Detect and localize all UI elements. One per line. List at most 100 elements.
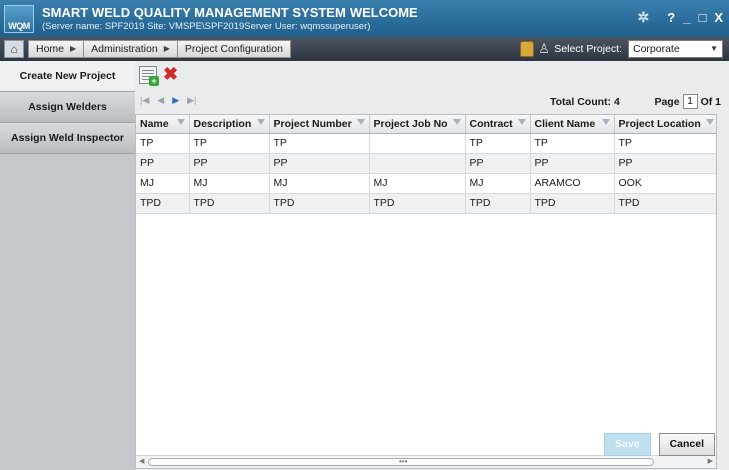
table-cell: TP (465, 133, 531, 154)
total-count-value: 4 (613, 96, 620, 108)
title-bar: WQM SMART WELD QUALITY MANAGEMENT SYSTEM… (0, 0, 729, 37)
filter-icon[interactable] (176, 119, 185, 125)
minimize-button[interactable]: _ (683, 10, 690, 25)
breadcrumb-home-label: Home (36, 43, 65, 55)
table-cell: TPD (136, 193, 190, 214)
filter-icon[interactable] (356, 119, 365, 125)
home-icon[interactable]: ⌂ (4, 40, 24, 58)
table-cell: TPD (465, 193, 531, 214)
project-dropdown[interactable]: Corporate ▼ (628, 40, 723, 58)
table-body: TP TP TP TP TP TP PP PP PP PP PP PP MJ MJ MJ MJ MJ ARAMCO… (136, 133, 716, 214)
table-cell: MJ (465, 173, 531, 194)
lock-icon[interactable] (520, 41, 535, 57)
next-page-icon[interactable]: ▶ (172, 95, 179, 106)
sidebar-item-assign-weld-inspector[interactable]: Assign Weld Inspector (0, 123, 135, 154)
filter-icon[interactable] (705, 119, 714, 125)
column-header-label: Name (140, 117, 169, 130)
app-title-text: SMART WELD QUALITY MANAGEMENT SYSTEM (42, 5, 346, 20)
chevron-right-icon: ▶ (163, 44, 170, 53)
welcome-text: WELCOME (349, 5, 418, 20)
table-cell: TP (136, 133, 190, 154)
chevron-down-icon: ▼ (710, 44, 718, 53)
column-header-label: Project Number (273, 117, 352, 130)
table-row[interactable]: MJ MJ MJ MJ MJ ARAMCO OOK (136, 173, 716, 194)
filter-icon[interactable] (452, 119, 461, 125)
last-page-icon[interactable]: ▶| (187, 95, 196, 106)
filter-icon[interactable] (517, 119, 526, 125)
table-cell: PP (530, 153, 615, 174)
column-header[interactable]: Description (189, 115, 270, 134)
table-cell: MJ (136, 173, 190, 194)
table-cell (369, 153, 466, 174)
delete-icon[interactable]: ✖ (163, 65, 178, 83)
table-cell: TP (530, 133, 615, 154)
page-of-label: Of 1 (700, 95, 721, 108)
first-page-icon[interactable]: |◀ (140, 95, 149, 106)
help-button[interactable]: ? (667, 10, 675, 25)
table-cell: TPD (369, 193, 466, 214)
sidebar-item-create-new-project[interactable]: Create New Project (0, 61, 135, 92)
footer-buttons: Save Cancel (604, 433, 715, 456)
table-cell: TPD (530, 193, 615, 214)
table-cell: TP (614, 133, 716, 154)
horizontal-scrollbar[interactable]: ◀ ••• ▶ (136, 455, 716, 468)
column-header[interactable]: Name (136, 115, 190, 134)
add-row-icon[interactable]: + (139, 66, 159, 86)
column-header-label: Client Name (534, 117, 596, 130)
breadcrumb-home[interactable]: Home ▶ (28, 40, 85, 58)
project-selector: ♙ Select Project: Corporate ▼ (520, 40, 723, 58)
filter-icon[interactable] (601, 119, 610, 125)
chevron-right-icon: ▶ (70, 44, 77, 53)
filter-icon[interactable] (256, 119, 265, 125)
maximize-button[interactable]: □ (698, 10, 706, 25)
page-number-input[interactable]: 1 (682, 94, 698, 109)
app-title: SMART WELD QUALITY MANAGEMENT SYSTEM WELC… (42, 5, 418, 20)
table-cell: PP (465, 153, 531, 174)
user-icon[interactable]: ♙ (538, 41, 550, 57)
column-header-label: Description (193, 117, 252, 130)
breadcrumb-administration-label: Administration (91, 43, 158, 55)
select-project-label: Select Project: (554, 43, 622, 55)
column-header[interactable]: Contract (465, 115, 531, 134)
prev-page-icon[interactable]: ◀ (157, 95, 164, 106)
table-cell: ARAMCO (530, 173, 615, 194)
pager: |◀ ◀ ▶ ▶| Total Count: 4 Page 1 Of 1 (135, 91, 729, 111)
main-panel: + ✖ |◀ ◀ ▶ ▶| Total Count: 4 Page 1 Of 1… (135, 61, 729, 470)
project-dropdown-value: Corporate (633, 43, 680, 55)
column-header[interactable]: Project Job No (369, 115, 466, 134)
page-label: Page (654, 95, 680, 108)
breadcrumb-administration[interactable]: Administration ▶ (84, 40, 178, 58)
breadcrumb-project-configuration[interactable]: Project Configuration (177, 40, 291, 58)
table-cell: TPD (614, 193, 716, 214)
table-cell: TPD (189, 193, 270, 214)
scroll-right-icon[interactable]: ▶ (708, 457, 713, 465)
save-button[interactable]: Save (604, 433, 651, 456)
scrollbar-thumb[interactable]: ••• (148, 457, 654, 466)
column-header[interactable]: Project Number (269, 115, 370, 134)
column-header-label: Contract (469, 117, 513, 130)
sidebar: Create New Project Assign Welders Assign… (0, 61, 135, 470)
close-button[interactable]: X (714, 10, 723, 25)
table-cell: TP (269, 133, 370, 154)
scroll-left-icon[interactable]: ◀ (139, 457, 144, 465)
cancel-button[interactable]: Cancel (658, 433, 715, 456)
table-cell: TP (189, 133, 270, 154)
table-cell: TPD (269, 193, 370, 214)
table-cell: PP (136, 153, 190, 174)
sidebar-item-assign-welders[interactable]: Assign Welders (0, 92, 135, 123)
table-row[interactable]: PP PP PP PP PP PP (136, 153, 716, 174)
column-header[interactable]: Client Name (530, 115, 615, 134)
table-row[interactable]: TPD TPD TPD TPD TPD TPD TPD (136, 193, 716, 214)
table-cell: PP (189, 153, 270, 174)
total-count: Total Count: 4 (550, 96, 620, 108)
table-row[interactable]: TP TP TP TP TP TP (136, 133, 716, 154)
settings-icon[interactable]: ✲ (638, 9, 650, 26)
table-cell: MJ (189, 173, 270, 194)
grip-icon: ••• (399, 457, 408, 466)
window-controls: ✲ ? _ □ X (638, 9, 723, 26)
column-header-label: Project Location (618, 117, 701, 130)
column-header[interactable]: Project Location (614, 115, 716, 134)
table-cell: MJ (269, 173, 370, 194)
breadcrumb: Home ▶ Administration ▶ Project Configur… (28, 40, 291, 58)
total-count-label: Total Count: (550, 96, 612, 108)
